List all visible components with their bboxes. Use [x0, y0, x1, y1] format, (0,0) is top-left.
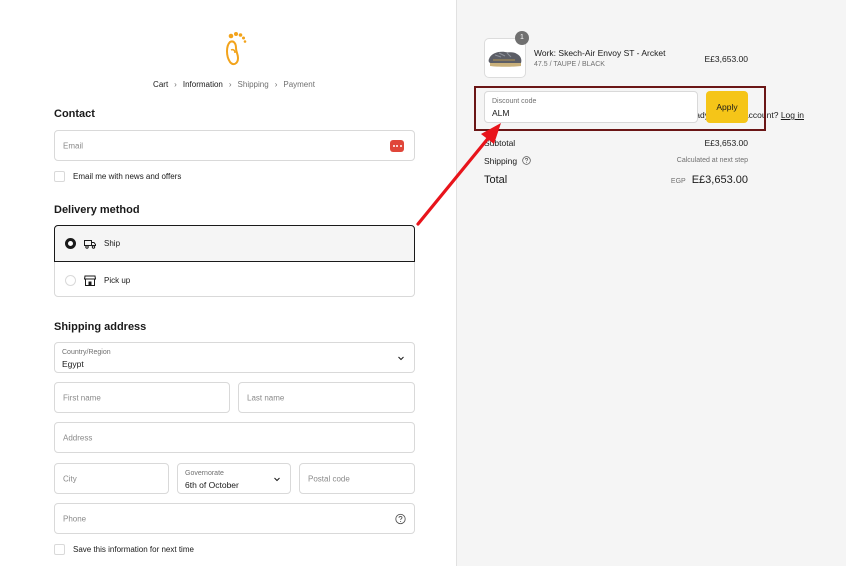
chevron-right-icon: › — [228, 80, 232, 89]
chevron-down-icon — [274, 477, 280, 481]
total-currency: EGP — [670, 178, 686, 185]
chevron-right-icon: › — [274, 80, 278, 89]
address-field[interactable]: Address — [54, 422, 415, 453]
apply-discount-button[interactable]: Apply — [706, 91, 748, 123]
breadcrumb-payment: Payment — [283, 80, 315, 89]
delivery-option-pickup[interactable]: Pick up — [55, 262, 414, 298]
shipping-address-title: Shipping address — [54, 321, 147, 333]
breadcrumb-cart[interactable]: Cart — [153, 80, 168, 89]
chevron-down-icon — [398, 356, 404, 360]
store-icon — [84, 274, 96, 286]
question-circle-icon[interactable] — [522, 156, 532, 165]
governorate-select[interactable]: Governorate 6th of October — [177, 463, 291, 494]
postal-code-field[interactable]: Postal code — [299, 463, 415, 494]
save-info-checkbox[interactable] — [54, 544, 65, 555]
phone-field[interactable]: Phone — [54, 503, 415, 534]
login-link[interactable]: Log in — [781, 110, 804, 120]
city-placeholder: City — [63, 474, 77, 483]
save-info-row[interactable]: Save this information for next time — [54, 544, 194, 555]
total-amount: EGP E£3,653.00 — [671, 174, 748, 186]
breadcrumb: Cart › Information › Shipping › Payment — [0, 80, 468, 89]
total-label: Total — [484, 174, 508, 186]
city-field[interactable]: City — [54, 463, 169, 494]
country-label: Country/Region — [62, 349, 111, 356]
product-variant: 47.5 / TAUPE / BLACK — [534, 61, 605, 68]
ship-label: Ship — [104, 239, 121, 248]
governorate-value: 6th of October — [185, 480, 239, 490]
ship-radio[interactable] — [65, 238, 76, 249]
total-row: Total EGP E£3,653.00 — [484, 174, 748, 186]
footprint-logo-icon[interactable] — [222, 30, 248, 68]
order-summary-panel — [456, 0, 846, 566]
total-value: E£3,653.00 — [691, 174, 748, 186]
shipping-label: Shipping — [484, 156, 518, 166]
save-info-label: Save this information for next time — [73, 545, 194, 554]
product-name: Work: Skech-Air Envoy ST - Arcket — [534, 48, 666, 58]
pickup-radio[interactable] — [65, 274, 76, 286]
last-name-field[interactable]: Last name — [238, 382, 415, 413]
delivery-options: Ship Pick up — [54, 225, 415, 297]
postal-code-placeholder: Postal code — [308, 474, 350, 483]
contact-title: Contact — [54, 108, 95, 120]
subtotal-row: Subtotal E£3,653.00 — [484, 138, 748, 148]
shipping-row: Shipping Calculated at next step — [484, 156, 748, 166]
governorate-label: Governorate — [185, 470, 224, 477]
country-value: Egypt — [62, 359, 84, 369]
first-name-field[interactable]: First name — [54, 382, 230, 413]
password-manager-icon[interactable] — [390, 139, 404, 152]
quantity-badge: 1 — [515, 31, 529, 45]
question-circle-icon[interactable] — [395, 513, 406, 524]
pickup-label: Pick up — [104, 275, 131, 285]
subtotal-label: Subtotal — [484, 138, 516, 148]
truck-icon — [84, 238, 96, 250]
phone-placeholder: Phone — [63, 514, 87, 523]
country-select[interactable]: Country/Region Egypt — [54, 342, 415, 373]
last-name-placeholder: Last name — [247, 393, 285, 402]
delivery-option-ship[interactable]: Ship — [54, 225, 415, 262]
breadcrumb-shipping: Shipping — [237, 80, 269, 89]
discount-value: ALM — [492, 108, 510, 118]
email-field[interactable]: Email — [54, 130, 415, 161]
first-name-placeholder: First name — [63, 393, 101, 402]
address-placeholder: Address — [63, 433, 93, 442]
subtotal-value: E£3,653.00 — [704, 138, 748, 148]
newsletter-checkbox[interactable] — [54, 171, 65, 182]
email-placeholder: Email — [63, 141, 84, 150]
shipping-value: Calculated at next step — [676, 157, 748, 164]
discount-code-field[interactable]: Discount code ALM — [484, 91, 698, 123]
delivery-title: Delivery method — [54, 204, 140, 216]
newsletter-label: Email me with news and offers — [73, 172, 182, 181]
product-price: E£3,653.00 — [704, 54, 748, 64]
newsletter-row[interactable]: Email me with news and offers — [54, 171, 181, 182]
breadcrumb-information: Information — [182, 80, 223, 89]
chevron-right-icon: › — [174, 80, 177, 89]
discount-label: Discount code — [492, 98, 537, 105]
